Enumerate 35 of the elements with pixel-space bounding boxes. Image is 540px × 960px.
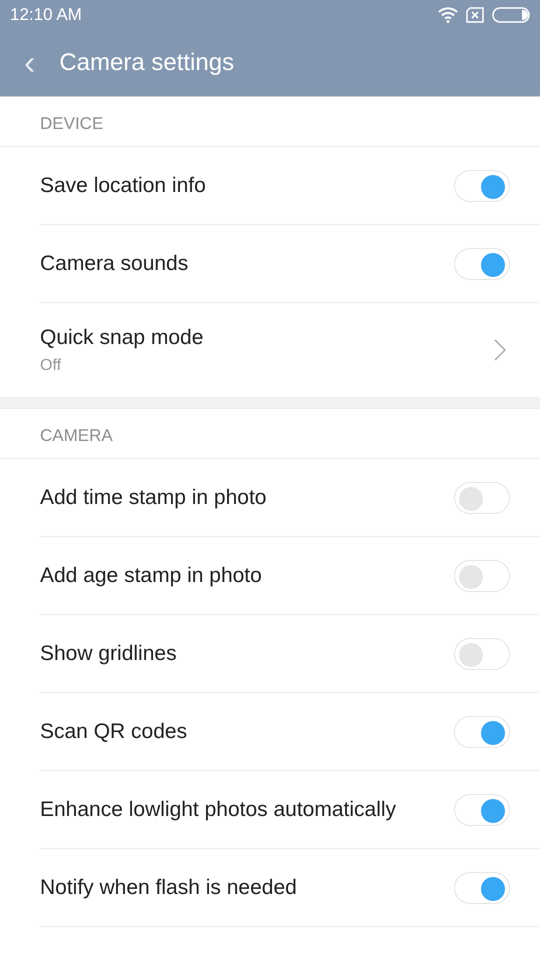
setting-label: Add age stamp in photo xyxy=(40,562,262,589)
section-heading: DEVICE xyxy=(0,97,540,147)
toggle-switch[interactable] xyxy=(454,482,510,514)
setting-label: Enhance lowlight photos automatically xyxy=(40,796,396,823)
toggle-switch[interactable] xyxy=(454,716,510,748)
battery-icon xyxy=(492,7,530,23)
settings-row[interactable]: Enhance lowlight photos automatically xyxy=(40,771,540,849)
settings-row[interactable]: Add time stamp in photo xyxy=(40,459,540,537)
toggle-switch[interactable] xyxy=(454,248,510,280)
settings-row[interactable]: Save location info xyxy=(40,147,540,225)
settings-row[interactable]: Quick snap mode Off xyxy=(40,303,540,397)
setting-label: Scan QR codes xyxy=(40,718,188,745)
chevron-icon xyxy=(494,339,506,361)
setting-label: Show gridlines xyxy=(40,640,177,667)
no-sim-icon xyxy=(466,7,484,23)
setting-value: Off xyxy=(40,356,62,376)
toggle-switch[interactable] xyxy=(454,170,510,202)
toggle-switch[interactable] xyxy=(454,794,510,826)
status-time: 12:10 AM xyxy=(10,4,82,26)
settings-row[interactable]: Scan QR codes xyxy=(40,693,540,771)
setting-label: Add time stamp in photo xyxy=(40,484,266,511)
settings-row[interactable]: Notify when flash is needed xyxy=(40,849,540,927)
wifi-icon xyxy=(438,7,458,23)
toggle-switch[interactable] xyxy=(454,638,510,670)
setting-label: Save location info xyxy=(40,172,206,199)
setting-label: Quick snap mode xyxy=(40,325,204,352)
settings-row[interactable]: Add age stamp in photo xyxy=(40,537,540,615)
setting-label: Camera sounds xyxy=(40,250,188,277)
section-heading: CAMERA xyxy=(0,409,540,459)
settings-row[interactable]: Camera sounds xyxy=(40,225,540,303)
settings-row[interactable]: Show gridlines xyxy=(40,615,540,693)
toggle-switch[interactable] xyxy=(454,560,510,592)
screen-title: Camera settings xyxy=(59,48,234,78)
toggle-switch[interactable] xyxy=(454,872,510,904)
setting-label: Notify when flash is needed xyxy=(40,874,297,901)
